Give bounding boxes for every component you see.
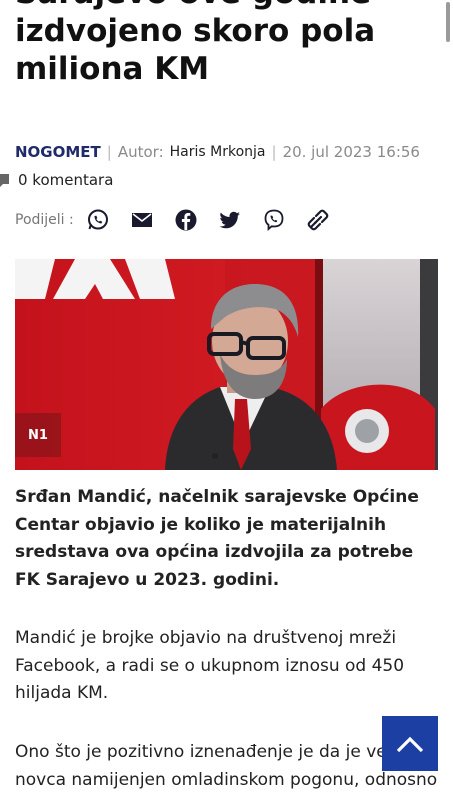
publish-date: 20. jul 2023 16:56	[282, 143, 420, 161]
copy-link-icon[interactable]	[306, 208, 330, 232]
title-line: Sarajevo ove godine	[15, 0, 440, 12]
back-to-top-button[interactable]	[382, 716, 438, 771]
share-label: Podijeli :	[15, 212, 74, 228]
category-link[interactable]: NOGOMET	[15, 143, 101, 161]
email-icon[interactable]	[130, 208, 154, 232]
title-line: miliona KM	[15, 51, 210, 87]
facebook-icon[interactable]	[174, 208, 198, 232]
divider: |	[271, 143, 277, 161]
divider: |	[106, 143, 112, 161]
image-credit-badge: N1	[15, 413, 61, 457]
article-paragraph: Mandić je brojke objavio na društvenoj m…	[15, 628, 405, 704]
author-label: Autor:	[117, 143, 164, 161]
chevron-up-icon	[396, 736, 424, 752]
author-name[interactable]: Haris Mrkonja	[170, 144, 266, 160]
article-lead: Srđan Mandić, načelnik sarajevske Općine…	[15, 487, 419, 590]
article-meta: NOGOMET | Autor: Haris Mrkonja | 20. jul…	[15, 143, 420, 161]
viber-icon[interactable]	[262, 208, 286, 232]
comments-count: 0 komentara	[18, 171, 114, 189]
scrollbar[interactable]	[446, 2, 450, 42]
article-title: Sarajevo ove godine izdvojeno skoro pola…	[15, 0, 440, 88]
twitter-icon[interactable]	[218, 208, 242, 232]
studio-photo	[15, 259, 438, 470]
whatsapp-icon[interactable]	[86, 208, 110, 232]
share-bar: Podijeli :	[15, 208, 350, 232]
title-line: izdvojeno skoro pola	[15, 13, 376, 49]
comments-link[interactable]: 0 komentara	[0, 171, 113, 189]
article-image[interactable]: N1	[15, 259, 438, 470]
article-paragraph: Ono što je pozitivno iznenađenje je da j…	[15, 742, 438, 790]
comment-icon	[0, 174, 9, 187]
